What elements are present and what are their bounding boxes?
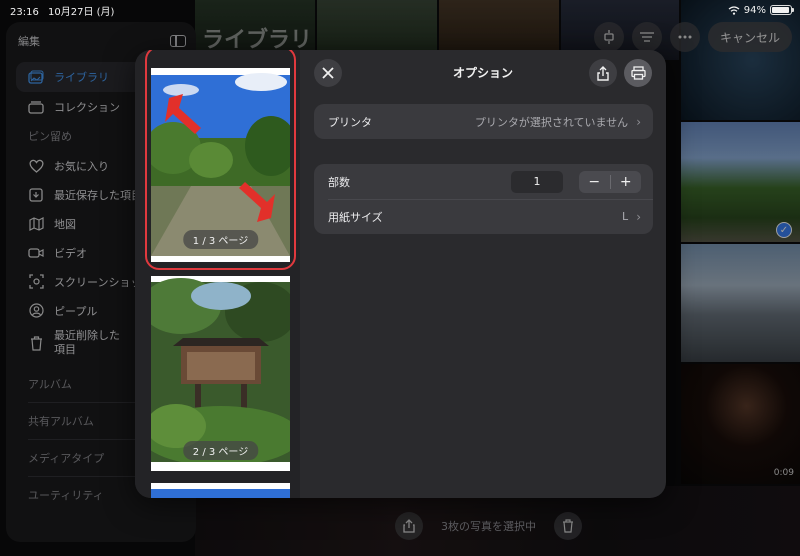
copies-paper-card: 部数 1 − + 用紙サイズ L › — [314, 164, 653, 234]
decrement-button[interactable]: − — [579, 171, 610, 193]
paper-size-value: L — [622, 210, 629, 223]
battery-icon — [770, 5, 794, 15]
increment-button[interactable]: + — [611, 171, 642, 193]
share-button[interactable] — [589, 59, 617, 87]
printer-icon — [630, 66, 646, 80]
copies-stepper: − + — [579, 170, 642, 193]
status-bar: 23:16 10月27日 (月) 94% — [0, 0, 800, 20]
print-button[interactable] — [624, 59, 652, 87]
chevron-right-icon: › — [636, 209, 641, 224]
page-label-2: 2 / 3 ページ — [182, 441, 259, 460]
copies-row: 部数 1 − + — [314, 164, 653, 199]
red-highlight-frame — [145, 50, 296, 270]
wifi-icon — [728, 5, 740, 15]
printer-card: プリンタ プリンタが選択されていません › — [314, 104, 653, 139]
chevron-right-icon: › — [636, 114, 641, 129]
copies-field[interactable]: 1 — [511, 170, 563, 193]
divider — [328, 199, 653, 200]
printer-row[interactable]: プリンタ プリンタが選択されていません › — [314, 104, 653, 139]
print-preview-page-3[interactable] — [151, 483, 290, 498]
paper-size-row[interactable]: 用紙サイズ L › — [314, 199, 653, 234]
battery-percent: 94% — [743, 4, 766, 16]
printer-value: プリンタが選択されていません — [474, 115, 629, 129]
options-header: オプション — [300, 50, 666, 96]
print-preview-column[interactable]: 1 / 3 ページ 2 / 3 ページ — [135, 50, 300, 498]
share-icon — [597, 65, 609, 81]
printer-label: プリンタ — [328, 115, 372, 129]
print-options-sheet: 1 / 3 ページ 2 / 3 ページ オプション プリンタ プリンタが選択され… — [135, 50, 666, 498]
print-preview-page-2[interactable]: 2 / 3 ページ — [151, 276, 290, 471]
status-date: 10月27日 (月) — [48, 6, 115, 18]
options-pane: オプション プリンタ プリンタが選択されていません › 部数 1 − + 用紙サ… — [300, 50, 666, 498]
status-time: 23:16 — [10, 6, 39, 18]
paper-size-label: 用紙サイズ — [328, 210, 383, 224]
copies-label: 部数 — [328, 175, 350, 189]
